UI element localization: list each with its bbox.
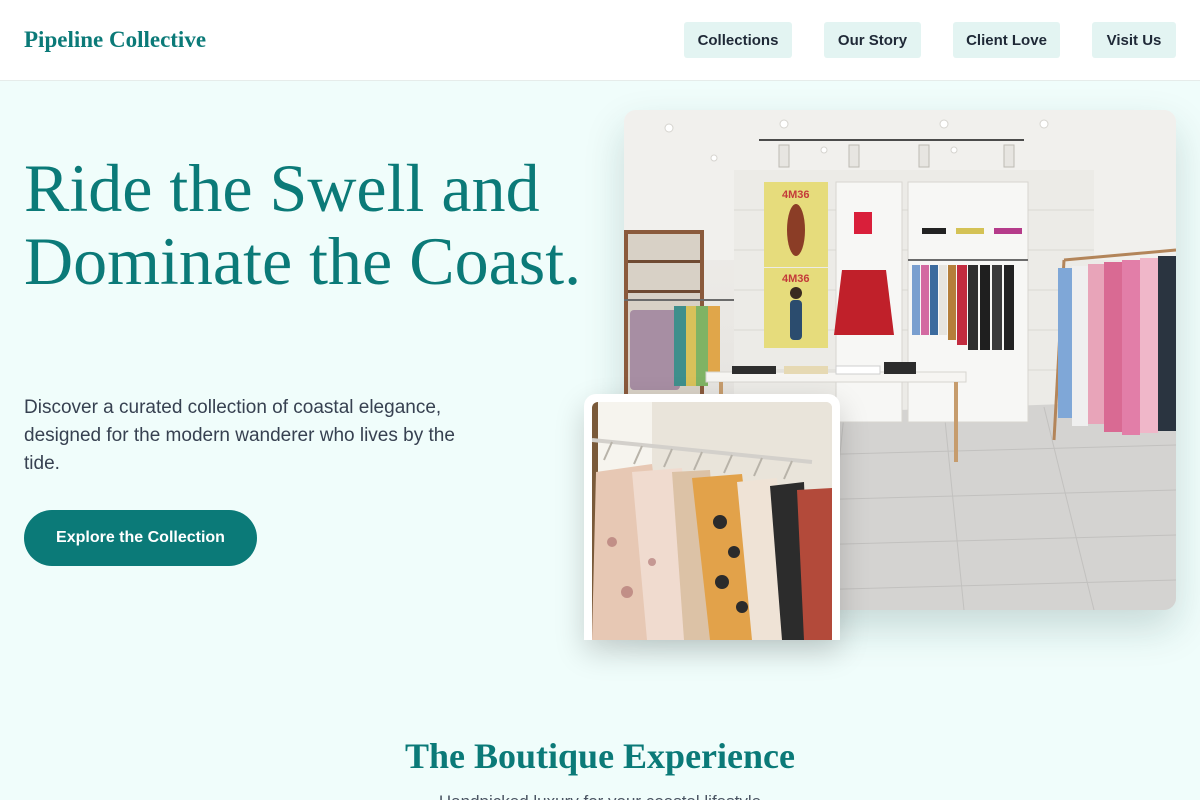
site-header: Pipeline Collective Collections Our Stor… (0, 0, 1200, 81)
nav-visit-us-button[interactable]: Visit Us (1092, 22, 1176, 58)
inset-image-frame (584, 394, 840, 640)
nav-our-story-button[interactable]: Our Story (824, 22, 921, 58)
section-title: The Boutique Experience (404, 736, 795, 776)
section-subtitle: Handpicked luxury for your coastal lifes… (0, 790, 1200, 800)
poster-text-bottom: 4M36 (782, 273, 810, 285)
nav-client-love-button[interactable]: Client Love (953, 22, 1060, 58)
nav-collections-button[interactable]: Collections (684, 22, 792, 58)
explore-collection-button[interactable]: Explore the Collection (24, 510, 257, 566)
clothing-rack-image (592, 402, 832, 640)
poster-text-top: 4M36 (782, 189, 810, 201)
hero-title: Ride the Swell and Dominate the Coast. (24, 150, 582, 299)
brand-logo[interactable]: Pipeline Collective (24, 26, 206, 54)
hero-description: Discover a curated collection of coastal… (24, 397, 455, 474)
